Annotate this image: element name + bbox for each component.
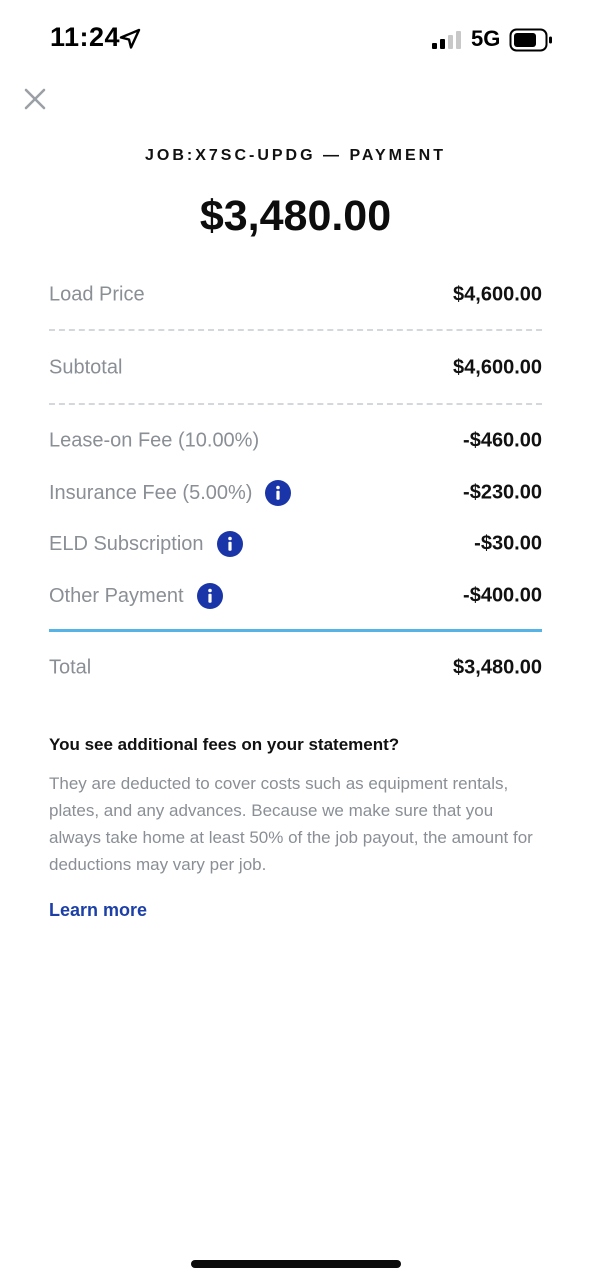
fee-row-insurance: Insurance Fee (5.00%) -$230.00 [49,473,542,513]
close-button[interactable] [20,84,50,114]
info-body: They are deducted to cover costs such as… [49,774,533,874]
subtotal-label: Subtotal [49,356,123,379]
total-label: Total [49,656,92,679]
close-icon [24,88,46,110]
job-title: JOB:X7SC-UPDG — PAYMENT [144,147,447,164]
status-time: 11:24 [50,22,121,52]
total-value: $3,480.00 [453,656,542,679]
fee-row-eld-subscription: ELD Subscription -$30.00 [49,524,542,564]
dashed-divider [49,329,542,331]
battery-icon [509,28,552,52]
info-icon[interactable] [216,531,243,557]
status-bar: 11:24 5G [0,0,591,80]
home-indicator[interactable] [191,1260,401,1268]
fee-label: Other Payment [49,584,184,607]
fee-value: -$30.00 [474,532,542,555]
fee-value: -$400.00 [463,584,542,607]
fee-label: Insurance Fee (5.00%) [49,481,253,504]
subtotal-value: $4,600.00 [453,356,542,379]
info-icon[interactable] [196,583,223,609]
load-price-label: Load Price [49,283,145,306]
signal-bars-icon [432,31,461,49]
total-row: Total $3,480.00 [49,648,542,688]
fee-row-lease-on: Lease-on Fee (10.00%) -$460.00 [49,421,542,461]
fee-value: -$230.00 [463,481,542,504]
total-divider [49,629,542,632]
fee-label: ELD Subscription [49,532,204,555]
dashed-divider [49,403,542,405]
location-arrow-icon [119,28,141,49]
payment-amount: $3,480.00 [199,192,392,240]
fee-label: Lease-on Fee (10.00%) [49,429,260,452]
load-price-row: Load Price $4,600.00 [49,275,542,315]
fee-value: -$460.00 [463,429,542,452]
load-price-value: $4,600.00 [453,283,542,306]
info-icon[interactable] [265,480,292,506]
subtotal-row: Subtotal $4,600.00 [49,348,542,388]
info-heading: You see additional fees on your statemen… [49,735,400,754]
learn-more-link[interactable]: Learn more [49,900,147,921]
fee-row-other-payment: Other Payment -$400.00 [49,576,542,616]
network-type: 5G [471,26,501,51]
